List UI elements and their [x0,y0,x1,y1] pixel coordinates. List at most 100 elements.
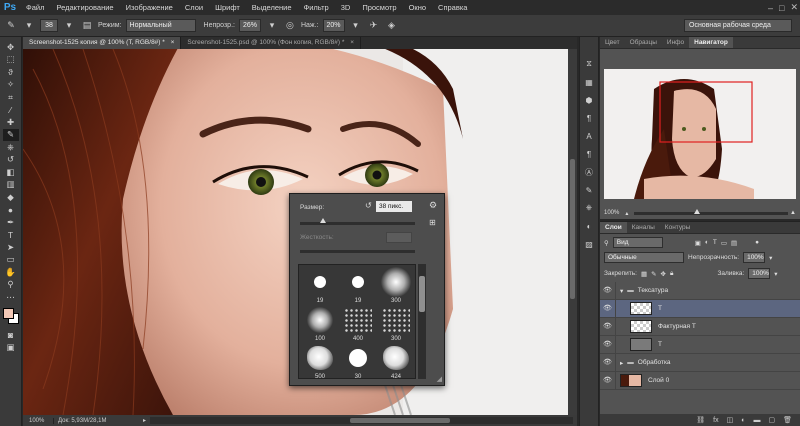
pen-tool-icon[interactable]: ✒ [3,216,19,228]
brush-panel-icon[interactable]: ▤ [80,19,94,33]
character-style-icon[interactable]: Ⓐ [582,165,596,179]
healing-tool-icon[interactable]: ✚ [3,116,19,128]
quick-select-tool-icon[interactable]: ✧ [3,79,19,91]
brush-size-picker[interactable]: 38 [40,19,58,32]
fill-field[interactable]: 100% [748,268,771,279]
tab-paths[interactable]: Контуры [660,222,696,233]
trash-icon[interactable]: 🗑︎ [783,416,792,424]
status-menu-arrow-icon[interactable]: ▸ [143,417,146,424]
lasso-tool-icon[interactable]: ϑ [3,66,19,78]
filter-adjust-icon[interactable]: ◐ [705,239,709,246]
clone-stamp-tool-icon[interactable]: ⎈ [3,141,19,153]
menu-type[interactable]: Шрифт [209,3,246,12]
adjustment-layer-icon[interactable]: ◐ [741,417,745,424]
add-mask-icon[interactable]: ◫ [727,416,734,424]
mode-select[interactable]: Нормальный [125,19,196,32]
crop-tool-icon[interactable]: ⌗ [3,91,19,103]
airbrush-icon[interactable]: ✈ [367,19,381,33]
dropdown-arrow-icon[interactable]: ▾ [349,19,363,33]
paragraph-panel-icon[interactable]: ¶ [582,111,596,125]
tab-document-2[interactable]: Screenshot-1525.psd @ 100% (Фон копия, R… [181,37,362,49]
zoom-level[interactable]: 100% [23,418,53,424]
expand-arrow-icon[interactable]: ▸ [620,359,623,367]
size-slider-knob[interactable] [320,218,326,223]
close-tab-icon[interactable]: × [171,39,175,46]
shape-tool-icon[interactable]: ▭ [3,254,19,266]
foreground-color-swatch[interactable] [2,307,14,319]
dropdown-arrow-icon[interactable]: ▾ [769,254,772,262]
eye-icon[interactable]: 👁︎ [600,335,616,354]
history-brush-tool-icon[interactable]: ↺ [3,154,19,166]
tab-channels[interactable]: Каналы [627,222,660,233]
brush-preset[interactable]: 500 [302,344,338,378]
layer-name[interactable]: Т [658,305,662,312]
layer-row-group-processing[interactable]: 👁︎ ▸ ▬ Обработка [600,353,800,372]
new-group-icon[interactable]: ▬ [753,417,760,424]
styles-panel-icon[interactable]: ▨ [582,237,596,251]
layer-name[interactable]: Обработка [638,359,671,366]
scroll-thumb[interactable] [570,159,575,299]
photoshop-logo[interactable]: Ps [0,0,20,15]
lock-pixels-icon[interactable]: ✎ [651,270,656,278]
filter-pixel-icon[interactable]: ▣ [695,239,701,247]
menu-help[interactable]: Справка [432,3,473,12]
workspace-select[interactable]: Основная рабочая среда [684,19,792,32]
eye-icon[interactable]: 👁︎ [600,317,616,336]
layer-name[interactable]: Тексатура [638,287,668,294]
eyedropper-tool-icon[interactable]: ⁄ [3,104,19,116]
marquee-tool-icon[interactable]: ⬚ [3,54,19,66]
filter-toggle-icon[interactable]: ● [755,239,759,246]
reset-size-icon[interactable]: ↺ [365,201,372,210]
lock-all-icon[interactable]: 🔒︎ [670,270,673,278]
history-panel-icon[interactable]: ⧖ [582,57,596,71]
adjustments-panel-icon[interactable]: ◐ [582,219,596,233]
navigator-zoom-slider[interactable] [634,208,788,215]
3d-panel-icon[interactable]: ⬢ [582,93,596,107]
navigator-zoom-value[interactable]: 100% [604,210,619,216]
eye-icon[interactable]: 👁︎ [600,371,616,390]
canvas-horizontal-scrollbar[interactable] [150,417,573,424]
filter-smart-icon[interactable]: ▤ [731,239,737,247]
filter-shape-icon[interactable]: ▭ [721,239,727,247]
layer-row-group-texture[interactable]: 👁︎ ▾ ▬ Тексатура [600,281,800,300]
layer-name[interactable]: Т [658,341,662,348]
menu-filter[interactable]: Фильтр [298,3,335,12]
tab-info[interactable]: Инфо [662,37,689,48]
brush-preset[interactable]: 100 [302,306,338,342]
pressure-opacity-icon[interactable]: ◎ [283,19,297,33]
filter-type-icon[interactable]: T [713,239,717,246]
zoom-in-icon[interactable]: ▲ [790,210,796,216]
document-size[interactable]: Док: 5,93M/28,1M [53,417,143,424]
menu-layers[interactable]: Слои [179,3,209,12]
lock-position-icon[interactable]: ✥ [661,270,666,278]
brush-preset[interactable]: 400 [340,306,376,342]
brush-preset[interactable]: 19 [340,268,376,304]
menu-image[interactable]: Изображение [120,3,179,12]
layer-name[interactable]: Слой 0 [648,377,669,384]
quick-mask-icon[interactable]: ◙ [3,329,19,341]
layer-row-t-selected[interactable]: 👁︎ Т [600,299,800,318]
layer-style-icon[interactable]: fx [713,417,718,424]
dropdown-arrow-icon[interactable]: ▾ [265,19,279,33]
properties-panel-icon[interactable]: ▦ [582,75,596,89]
menu-view[interactable]: Просмотр [356,3,402,12]
minimize-button[interactable]: – [768,3,773,13]
eraser-tool-icon[interactable]: ◧ [3,166,19,178]
hardness-field[interactable] [386,232,412,243]
tab-swatches[interactable]: Образцы [625,37,662,48]
tab-color[interactable]: Цвет [600,37,625,48]
brush-preset[interactable]: 30 [340,344,376,378]
hardness-slider[interactable] [300,250,415,253]
lock-transparent-icon[interactable]: ▦ [641,270,647,278]
move-tool-icon[interactable]: ✥ [3,41,19,53]
screen-mode-icon[interactable]: ▣ [3,341,19,353]
maximize-button[interactable]: □ [779,3,784,13]
opacity-field[interactable]: 26% [238,19,261,32]
dropdown-arrow-icon[interactable]: ▾ [62,19,76,33]
flow-field[interactable]: 20% [322,19,345,32]
navigator-preview[interactable] [604,69,796,199]
menu-window[interactable]: Окно [403,3,432,12]
menu-file[interactable]: Файл [20,3,50,12]
blur-tool-icon[interactable]: ◆ [3,191,19,203]
brush-preset[interactable]: 300 [378,306,414,342]
